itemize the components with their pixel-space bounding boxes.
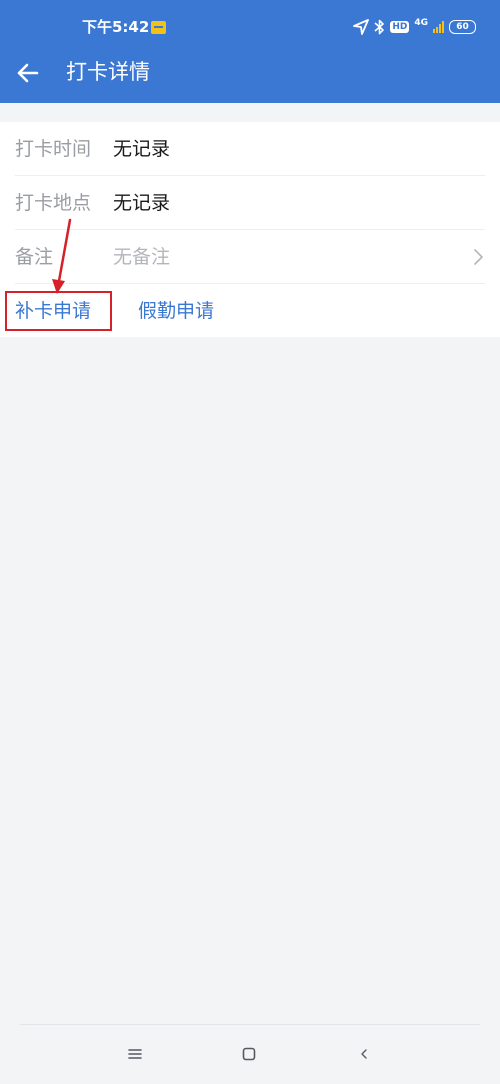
menu-icon[interactable] [124, 1043, 146, 1065]
hd-icon: HD [390, 21, 410, 33]
highlight-box [5, 291, 112, 331]
back-arrow-icon[interactable] [15, 60, 41, 86]
home-icon[interactable] [238, 1043, 260, 1065]
location-icon [353, 19, 370, 35]
punch-time-label: 打卡时间 [15, 138, 92, 160]
status-icons: HD 4G 60 [353, 17, 476, 37]
status-time: 下午5:42 [82, 18, 150, 36]
punch-location-value: 无记录 [113, 192, 171, 214]
leave-request-link[interactable]: 假勤申请 [138, 298, 214, 324]
back-icon[interactable] [353, 1043, 375, 1065]
system-nav-bar [0, 1024, 500, 1084]
punch-time-row: 打卡时间 无记录 [0, 122, 500, 176]
bluetooth-icon [374, 19, 385, 35]
divider [20, 1024, 480, 1025]
remark-value: 无备注 [113, 246, 171, 268]
remark-label: 备注 [15, 246, 54, 268]
app-notification-icon [151, 21, 166, 34]
battery-icon: 60 [449, 20, 476, 34]
punch-time-value: 无记录 [113, 138, 171, 160]
punch-location-label: 打卡地点 [15, 192, 92, 214]
status-bar: 下午5:42 HD 4G 60 [0, 0, 500, 48]
divider [15, 283, 485, 284]
app-header: 下午5:42 HD 4G 60 打卡详情 [0, 0, 500, 103]
network-type: 4G [414, 17, 428, 28]
toolbar: 打卡详情 [0, 48, 500, 103]
signal-icon [433, 21, 444, 33]
punch-location-row: 打卡地点 无记录 [0, 176, 500, 230]
chevron-right-icon [472, 248, 484, 266]
remark-row[interactable]: 备注 无备注 [0, 230, 500, 284]
page-title: 打卡详情 [66, 60, 150, 84]
